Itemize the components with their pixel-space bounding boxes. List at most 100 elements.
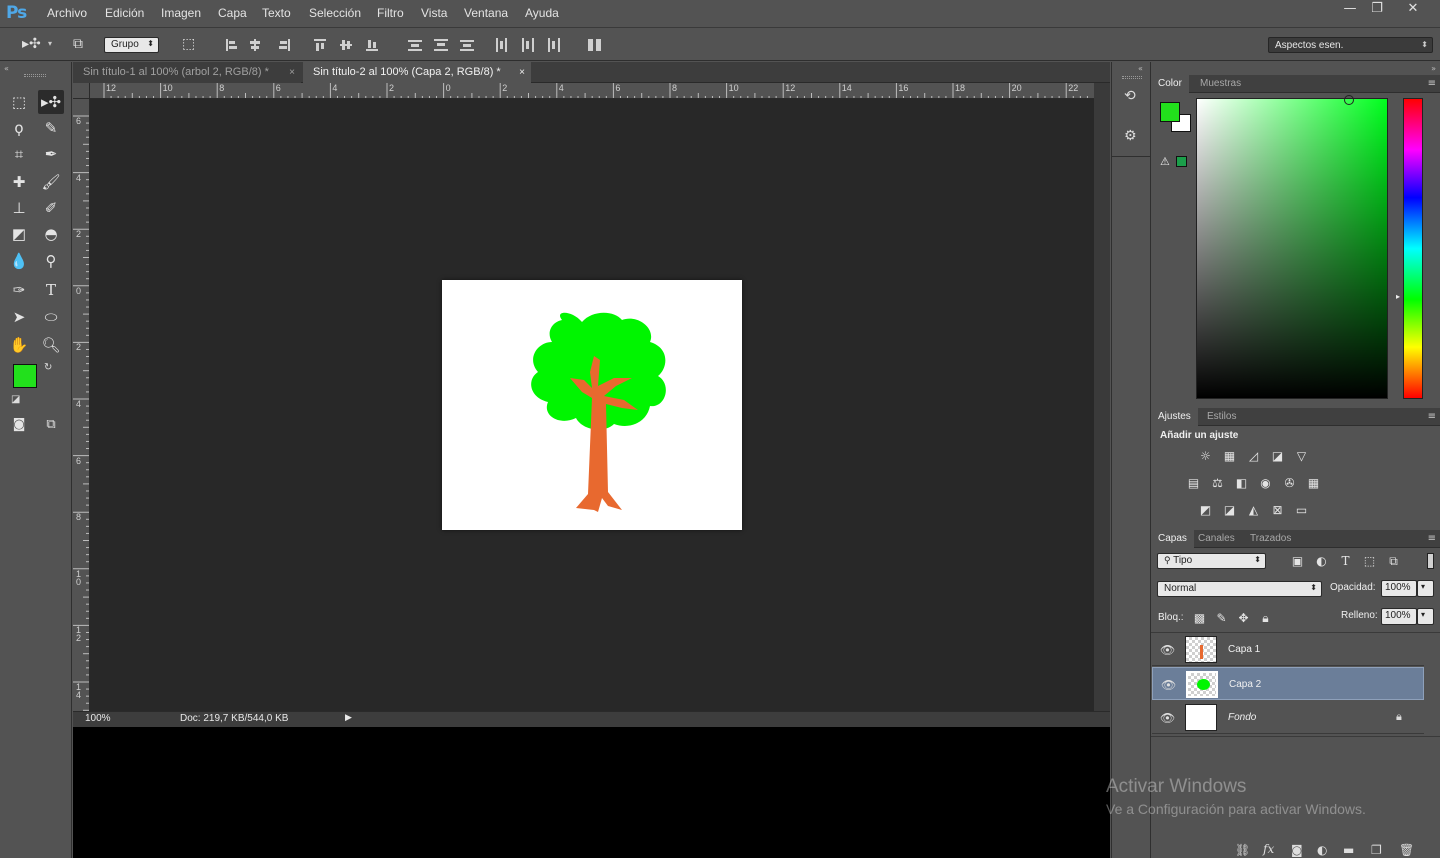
filter-adjustment-icon[interactable]: ◐ <box>1313 554 1330 568</box>
collapse-icon[interactable]: « <box>4 64 9 73</box>
marquee-tool-icon[interactable]: ⬚ <box>6 90 32 114</box>
layer-row-capa-2[interactable]: 👁 Capa 2 <box>1152 667 1424 700</box>
menu-edicion[interactable]: Edición <box>105 6 144 20</box>
tab-canales[interactable]: Canales <box>1191 530 1242 548</box>
status-menu-arrow-icon[interactable]: ▶ <box>345 713 352 723</box>
visibility-eye-icon[interactable]: 👁 <box>1160 711 1175 725</box>
filter-smart-object-icon[interactable]: ⧉ <box>1385 554 1402 568</box>
brush-tool-icon[interactable]: 🖌 <box>38 170 64 194</box>
vertical-ruler[interactable]: 6 4 2 0 2 4 6 8 10 12 14 <box>73 99 90 711</box>
layer-row-capa-1[interactable]: 👁 Capa 1 <box>1152 633 1424 666</box>
blur-tool-icon[interactable]: 💧 <box>6 249 32 273</box>
tab-sin-titulo-2[interactable]: Sin título-2 al 100% (Capa 2, RGB/8) * × <box>303 62 531 83</box>
chevron-down-icon[interactable]: ▾ <box>48 39 52 48</box>
eraser-tool-icon[interactable]: ◩ <box>6 222 32 246</box>
tab-capas[interactable]: Capas <box>1151 530 1194 548</box>
default-colors-icon[interactable]: ◪ <box>11 394 20 405</box>
ellipse-tool-icon[interactable]: ⬭ <box>38 305 64 329</box>
properties-panel-icon[interactable]: ⚙ <box>1124 128 1137 144</box>
close-tab-icon[interactable]: × <box>289 62 295 83</box>
clone-stamp-tool-icon[interactable]: ⊥ <box>6 196 32 220</box>
restore-button[interactable]: ❐ <box>1360 0 1394 20</box>
dodge-tool-icon[interactable]: ⚲ <box>38 249 64 273</box>
lock-position-icon[interactable]: ✥ <box>1235 611 1252 625</box>
layer-style-icon[interactable]: fx <box>1263 842 1274 856</box>
gradient-map-icon[interactable]: ▭ <box>1293 503 1310 517</box>
filter-toggle[interactable] <box>1427 553 1434 569</box>
move-tool-icon[interactable]: ▸✣ <box>38 90 64 114</box>
menu-capa[interactable]: Capa <box>218 6 247 20</box>
levels-icon[interactable]: ▦ <box>1221 449 1238 463</box>
panel-grip[interactable] <box>24 74 46 77</box>
horizontal-ruler[interactable]: 12 10 8 6 4 2 0 2 4 6 8 10 12 14 16 18 20 22 <box>90 83 1094 99</box>
hand-tool-icon[interactable]: ✋ <box>6 333 32 357</box>
invert-icon[interactable]: ◩ <box>1197 503 1214 517</box>
transform-controls-icon[interactable]: ⬚ <box>182 36 195 52</box>
web-safe-color-swatch[interactable] <box>1176 156 1187 167</box>
new-adjustment-icon[interactable]: ◐ <box>1317 843 1327 857</box>
path-selection-tool-icon[interactable]: ➤ <box>6 305 32 329</box>
vertical-scrollbar[interactable] <box>1094 83 1110 711</box>
move-tool-icon[interactable]: ▸✣ <box>22 36 41 52</box>
hue-slider[interactable] <box>1403 98 1423 399</box>
fill-input[interactable]: 100% <box>1381 608 1417 625</box>
tab-sin-titulo-1[interactable]: Sin título-1 al 100% (arbol 2, RGB/8) * … <box>73 62 301 83</box>
menu-archivo[interactable]: Archivo <box>47 6 87 20</box>
auto-select-dropdown[interactable]: Grupo ⬍ <box>104 37 159 53</box>
tab-trazados[interactable]: Trazados <box>1243 530 1298 548</box>
history-brush-tool-icon[interactable]: ✐ <box>38 196 64 220</box>
paint-bucket-tool-icon[interactable]: ◓ <box>38 222 64 246</box>
workspace-dropdown[interactable]: Aspectos esen. ⬍ <box>1268 37 1433 53</box>
filter-shape-icon[interactable]: ⬚ <box>1361 554 1378 568</box>
quick-mask-icon[interactable]: ◙ <box>6 413 32 437</box>
quick-selection-tool-icon[interactable]: ✎ <box>38 116 64 140</box>
auto-select-icon[interactable]: ⧉ <box>73 36 83 52</box>
menu-seleccion[interactable]: Selección <box>309 6 361 20</box>
align-icons-group[interactable] <box>224 37 384 53</box>
panel-menu-icon[interactable]: ≡ <box>1428 530 1436 548</box>
foreground-color-swatch[interactable] <box>13 364 37 388</box>
healing-brush-tool-icon[interactable]: ✚ <box>6 170 32 194</box>
close-button[interactable]: ✕ <box>1396 0 1430 20</box>
exposure-icon[interactable]: ◪ <box>1269 449 1286 463</box>
crop-tool-icon[interactable]: ⌗ <box>6 142 32 166</box>
panel-menu-icon[interactable]: ≡ <box>1428 75 1436 93</box>
black-white-icon[interactable]: ◧ <box>1233 476 1250 490</box>
pen-tool-icon[interactable]: ✑ <box>6 278 32 302</box>
vibrance-icon[interactable]: ▽ <box>1293 449 1310 463</box>
menu-imagen[interactable]: Imagen <box>161 6 201 20</box>
lock-transparency-icon[interactable]: ▩ <box>1191 611 1208 625</box>
threshold-icon[interactable]: ◭ <box>1245 503 1262 517</box>
screen-mode-icon[interactable]: ⧉ <box>38 413 64 437</box>
layer-name[interactable]: Fondo <box>1228 712 1256 723</box>
add-mask-icon[interactable]: ◙ <box>1291 843 1303 857</box>
menu-filtro[interactable]: Filtro <box>377 6 404 20</box>
type-tool-icon[interactable]: T <box>38 278 64 302</box>
channel-mixer-icon[interactable]: ✇ <box>1281 476 1298 490</box>
layer-name[interactable]: Capa 1 <box>1228 644 1260 655</box>
brightness-contrast-icon[interactable]: ☼ <box>1197 449 1214 463</box>
color-picker-field[interactable] <box>1196 98 1388 399</box>
visibility-eye-icon[interactable]: 👁 <box>1161 678 1176 692</box>
lasso-tool-icon[interactable]: ϙ <box>6 116 32 140</box>
delete-layer-icon[interactable]: 🗑︎ <box>1399 843 1414 857</box>
swap-colors-icon[interactable]: ↻ <box>44 362 52 373</box>
photo-filter-icon[interactable]: ◉ <box>1257 476 1274 490</box>
curves-icon[interactable]: ◿ <box>1245 449 1262 463</box>
filter-type-icon[interactable]: T <box>1337 554 1354 568</box>
layer-filter-dropdown[interactable]: ⚲ Tipo ⬍ <box>1157 553 1266 569</box>
menu-ventana[interactable]: Ventana <box>464 6 508 20</box>
selective-color-icon[interactable]: ⊠ <box>1269 503 1286 517</box>
new-layer-icon[interactable]: ❐ <box>1371 843 1382 857</box>
panel-menu-icon[interactable]: ≡ <box>1428 408 1436 426</box>
link-layers-icon[interactable]: ⛓ <box>1235 843 1250 857</box>
foreground-color-swatch-front[interactable] <box>1160 102 1180 122</box>
close-tab-icon[interactable]: × <box>519 62 525 83</box>
tab-estilos[interactable]: Estilos <box>1200 408 1243 426</box>
menu-vista[interactable]: Vista <box>421 6 447 20</box>
zoom-tool-icon[interactable]: 🔍︎ <box>38 333 64 357</box>
posterize-icon[interactable]: ◪ <box>1221 503 1238 517</box>
new-group-icon[interactable]: ▬ <box>1343 843 1354 857</box>
color-picker-cursor[interactable] <box>1344 95 1354 105</box>
layer-row-fondo[interactable]: 👁 Fondo 🔒︎ <box>1152 701 1424 734</box>
